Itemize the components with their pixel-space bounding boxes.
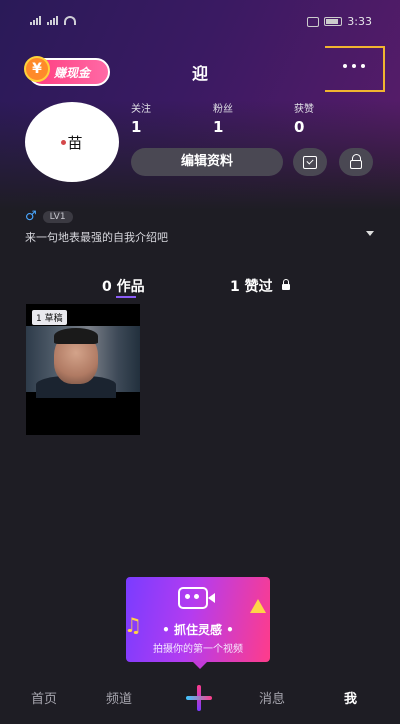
bottom-nav: 首页 频道 消息 我	[0, 674, 400, 724]
battery-icon	[324, 17, 343, 26]
level-badge: LV1	[42, 210, 73, 223]
video-frame-image	[26, 326, 140, 398]
calendar-check-icon	[303, 155, 317, 169]
promo-title: • 抓住灵感 •	[162, 623, 234, 637]
more-highlight	[325, 46, 385, 92]
first-video-promo[interactable]: ♫ • 抓住灵感 • 拍摄你的第一个视频	[126, 577, 270, 662]
privacy-button[interactable]	[339, 148, 373, 176]
checkin-button[interactable]	[293, 148, 327, 176]
nav-channel[interactable]: 频道	[106, 688, 132, 707]
avatar-mark	[61, 139, 67, 145]
decor-triangle-icon	[250, 599, 266, 613]
promo-pointer	[192, 661, 208, 669]
status-bar: 3:33	[0, 0, 400, 34]
stat-following[interactable]: 关注 1	[131, 100, 151, 136]
lock-icon	[350, 153, 362, 169]
male-icon: ♂	[25, 209, 37, 224]
stat-value: 0	[294, 118, 305, 136]
status-right: 3:33	[307, 15, 372, 28]
signal-icon	[30, 16, 41, 25]
video-camera-icon	[178, 587, 215, 609]
edit-profile-button[interactable]: 编辑资料	[131, 148, 283, 176]
tab-active-indicator	[116, 296, 136, 298]
tab-liked-label: 1 赞过	[230, 279, 273, 295]
stat-likes[interactable]: 获赞 0	[294, 100, 314, 136]
stat-value: 1	[131, 118, 142, 136]
stat-label: 获赞	[294, 104, 314, 115]
more-options-icon[interactable]	[343, 64, 365, 68]
stat-value: 1	[213, 118, 224, 136]
nav-home[interactable]: 首页	[31, 688, 57, 707]
chevron-down-icon[interactable]	[366, 231, 374, 236]
gender-level-row: ♂ LV1	[25, 209, 73, 224]
network-indicators	[30, 16, 76, 25]
promo-subtitle: 拍摄你的第一个视频	[153, 644, 243, 655]
signal-icon-2	[47, 16, 58, 25]
stat-followers[interactable]: 粉丝 1	[213, 100, 233, 136]
video-thumbnail[interactable]: 1 草稿	[26, 304, 140, 435]
lock-icon	[281, 279, 290, 290]
stat-label: 粉丝	[213, 104, 233, 115]
avatar-text: 苗	[67, 133, 83, 152]
nav-messages[interactable]: 消息	[259, 688, 285, 707]
avatar[interactable]: 苗	[25, 102, 119, 182]
tab-works[interactable]: 0 作品	[102, 276, 145, 296]
status-time: 3:33	[347, 15, 372, 28]
tab-liked[interactable]: 1 赞过	[230, 276, 290, 296]
notification-icon	[307, 16, 320, 27]
create-plus-icon[interactable]	[186, 685, 212, 711]
wifi-icon	[64, 16, 76, 25]
bio-text[interactable]: 来一句地表最强的自我介绍吧	[25, 229, 168, 245]
draft-badge: 1 草稿	[32, 310, 67, 325]
figure-hair	[54, 328, 98, 344]
stat-label: 关注	[131, 104, 151, 115]
nav-me[interactable]: 我	[344, 688, 357, 707]
